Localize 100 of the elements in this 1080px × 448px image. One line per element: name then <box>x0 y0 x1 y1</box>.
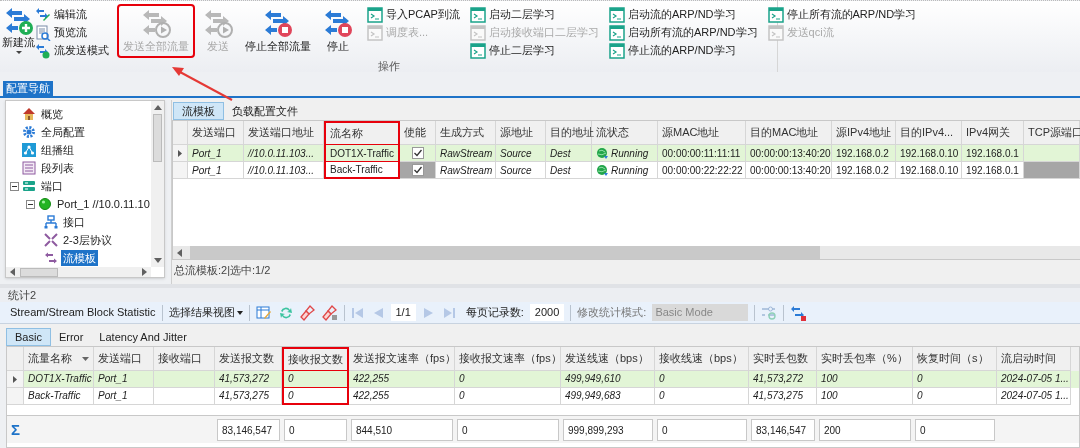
annotation-arrow <box>172 67 233 101</box>
tree-item[interactable]: 2-3层协议 <box>61 231 114 249</box>
table-cell: 0 <box>459 389 465 403</box>
panel-tab[interactable]: 配置导航 <box>3 81 53 96</box>
total-field: 844,510 <box>351 418 453 441</box>
total-field: 0 <box>457 418 559 441</box>
total-field: 83,146,547 <box>217 418 280 441</box>
table-cell-text: 192.168.0.10 <box>900 146 959 161</box>
table-row[interactable]: Port_1 //10.0.11.103... Back-Traffic RawStream Source Dest Running 00:00:00:22:22:22 00:00:00:13:40:20 192.168.0.2 192.168.0.10 192.168.0.1 <box>173 162 1080 179</box>
field-label: 修改统计模式: <box>577 305 647 321</box>
table-cell-text: 192.168.0.1 <box>966 146 1019 161</box>
ribbon-button[interactable]: 流发送模式 <box>35 42 109 59</box>
tab[interactable]: Basic <box>6 328 51 346</box>
ribbon-button[interactable]: 停止流的ARP/ND学习 <box>608 42 736 59</box>
swap-arrows-icon[interactable] <box>790 304 807 321</box>
scroll-left-icon[interactable] <box>10 268 15 276</box>
ribbon-button[interactable]: 停止所有流的ARP/ND学习 <box>767 6 917 23</box>
tree-item[interactable]: 概览 <box>39 105 65 123</box>
scroll-right-icon[interactable] <box>142 268 147 276</box>
tab[interactable]: Latency And Jitter <box>91 328 195 346</box>
table-cell: 499,949,610 <box>565 372 621 386</box>
table-cell: 0 <box>288 388 294 403</box>
scroll-thumb[interactable] <box>20 267 58 277</box>
terminal-icon <box>608 6 625 23</box>
table-cell[interactable] <box>400 162 436 179</box>
stop-button[interactable]: 停止 <box>319 4 357 58</box>
table-cell-text: 00:00:00:13:40:20 <box>750 146 831 161</box>
tree-item[interactable]: 接口 <box>61 213 87 231</box>
table-cell: 0 <box>459 372 465 386</box>
table-cell: 0 <box>659 372 665 386</box>
table-cell-text: 00:00:00:13:40:20 <box>750 163 831 178</box>
table-cell-text: Dest <box>550 163 571 178</box>
house-icon <box>22 107 36 121</box>
scrollbar[interactable] <box>173 246 1080 259</box>
row-header[interactable] <box>173 145 188 162</box>
total-field: 0 <box>915 418 995 441</box>
sort-caret-icon <box>82 356 89 361</box>
table-cell: 0 <box>288 372 294 386</box>
ribbon-button[interactable]: 导入PCAP到流 <box>367 6 460 23</box>
column-label: 接收报文数 <box>288 352 343 368</box>
hierarchy-icon <box>44 215 58 229</box>
table-cell: 0 <box>659 389 665 403</box>
table-row[interactable]: Port_1 //10.0.11.103... DOT1X-Traffic RawStream Source Dest Running 00:00:00:11:11:11 00:00:00:13:40:20 192.168.0.2 192.168.0.10 192.168.0.1 <box>173 145 1080 162</box>
ribbon-button[interactable]: 停止二层学习 <box>469 42 555 59</box>
table-cell <box>154 388 215 405</box>
dropdown-caret-icon <box>236 310 243 315</box>
tree-item[interactable]: 组播组 <box>39 141 76 159</box>
terminal-icon <box>367 24 383 41</box>
ribbon-button[interactable]: 启动二层学习 <box>469 6 555 23</box>
tab[interactable]: 负载配置文件 <box>224 102 306 120</box>
ribbon-button[interactable]: 启动流的ARP/ND学习 <box>608 6 736 23</box>
scroll-down-icon[interactable] <box>153 258 162 263</box>
scrollbar[interactable] <box>151 101 164 267</box>
tree-item[interactable]: 段列表 <box>39 159 76 177</box>
scrollbar[interactable] <box>6 267 151 277</box>
tree-item[interactable]: 流模板 <box>61 249 98 267</box>
table-cell: 422,255 <box>353 372 390 386</box>
stop-icon <box>263 8 293 38</box>
tab[interactable]: 流模板 <box>173 102 224 120</box>
row-indicator-icon <box>13 375 17 383</box>
edit-stream-icon <box>35 6 51 23</box>
table-row[interactable]: DOT1X-Traffic Port_1 41,573,272 0 422,255 0 499,949,610 0 41,573,272 100 0 2024-07-05 1... <box>7 371 1079 388</box>
checkbox[interactable] <box>411 147 424 159</box>
page-size-field[interactable]: 2000 <box>529 304 565 321</box>
edit-table-icon[interactable] <box>255 304 272 321</box>
collapse-toggle-icon[interactable] <box>10 181 19 191</box>
scroll-left-icon[interactable] <box>177 248 182 257</box>
field-label: 每页记录数: <box>465 305 524 321</box>
new-stream-button[interactable]: 新建流 <box>2 4 35 58</box>
table-cell-text: //10.0.11.103... <box>248 163 314 178</box>
table-cell-text: Source <box>500 163 532 178</box>
row-header[interactable] <box>7 371 24 388</box>
server-icon <box>22 179 36 193</box>
table-cell: Back-Traffic <box>28 389 81 403</box>
scroll-thumb[interactable] <box>153 114 162 162</box>
preview-icon <box>35 24 51 41</box>
brush-icon[interactable] <box>321 304 338 321</box>
tree-item[interactable]: 全局配置 <box>39 123 87 141</box>
brush-icon[interactable] <box>299 304 316 321</box>
total-field: 83,146,547 <box>751 418 815 441</box>
stop-button[interactable]: 停止全部流量 <box>241 4 315 58</box>
table-cell-text: 192.168.0.2 <box>836 146 889 161</box>
collapse-toggle-icon[interactable] <box>26 199 35 209</box>
sliders-icon[interactable] <box>761 304 778 321</box>
ribbon-button[interactable]: 编辑流 <box>35 6 109 23</box>
tree-item[interactable]: 端口 <box>39 177 65 195</box>
column-label: 接收线速（bps） <box>659 351 743 367</box>
table-cell: 41,573,275 <box>753 389 804 403</box>
table-cell: 0 <box>917 389 923 403</box>
ribbon-button[interactable]: 启动所有流的ARP/ND学习 <box>608 24 758 41</box>
tab[interactable]: Error <box>50 328 92 346</box>
play-icon <box>141 8 171 38</box>
page-field[interactable]: 1/1 <box>390 304 416 321</box>
scroll-up-icon[interactable] <box>153 105 162 110</box>
ribbon-button[interactable]: 预览流 <box>35 24 109 41</box>
table-cell-text: Port_1 <box>192 163 222 178</box>
row-indicator-icon <box>178 149 182 157</box>
tree-item[interactable]: Port_1 //10.0.11.10 <box>55 195 151 213</box>
checkbox[interactable] <box>411 164 424 176</box>
view-menu-button[interactable]: 选择结果视图 <box>168 304 243 321</box>
